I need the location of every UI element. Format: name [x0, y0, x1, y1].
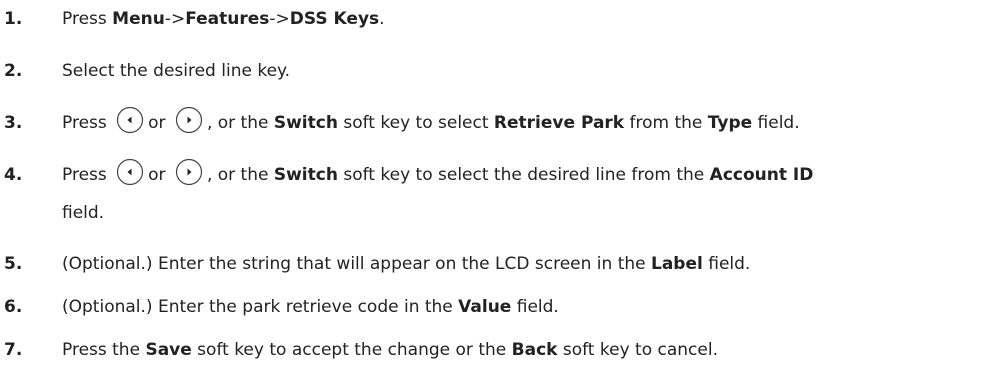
right-arrow-key-icon	[175, 158, 203, 186]
step-number: 2.	[4, 61, 23, 81]
text-run: Press	[62, 113, 107, 133]
features-label: Features	[185, 9, 270, 29]
text-run: ->	[269, 9, 290, 29]
retrieve-park-label: Retrieve Park	[493, 113, 625, 133]
text-run: or	[148, 165, 166, 185]
text-run: soft key to select the desired line from…	[337, 165, 710, 185]
step-text: (Optional.) Enter the string that will a…	[62, 245, 1006, 283]
step-number: 6.	[4, 297, 23, 317]
step-text: Press or , or the Switch soft key to sel…	[62, 104, 1006, 142]
left-arrow-key-icon	[116, 158, 144, 186]
step-number: 3.	[4, 113, 23, 133]
step-text: Press or , or the Switch soft key to sel…	[62, 156, 1006, 232]
step-text: (Optional.) Enter the park retrieve code…	[62, 288, 1006, 326]
text-run: Press the	[62, 340, 146, 360]
text-run: soft key to accept the change or the	[191, 340, 512, 360]
text-run: Select the desired line key.	[62, 61, 291, 81]
text-run: or	[148, 113, 166, 133]
label-field-label: Label	[651, 254, 703, 274]
step-text: Press the Save soft key to accept the ch…	[62, 331, 1006, 369]
text-run: .	[379, 9, 385, 29]
left-arrow-key-icon	[116, 106, 144, 134]
text-run: (Optional.) Enter the park retrieve code…	[62, 297, 459, 317]
value-field-label: Value	[458, 297, 512, 317]
text-run: ->	[164, 9, 186, 29]
text-run: soft key to cancel.	[557, 340, 718, 360]
menu-label: Menu	[112, 9, 165, 29]
instruction-list: 1. Press Menu->Features->DSS Keys. 2. Se…	[0, 0, 1006, 372]
step-number: 5.	[4, 254, 23, 274]
text-run: Press	[62, 9, 113, 29]
step-text: Select the desired line key.	[62, 52, 1006, 90]
text-run: Press	[62, 165, 107, 185]
text-run: field.	[752, 113, 800, 133]
step-number: 7.	[4, 340, 23, 360]
text-run: , or the	[206, 113, 274, 133]
text-run: field.	[62, 203, 105, 223]
text-run: field.	[511, 297, 559, 317]
switch-label: Switch	[273, 113, 338, 133]
text-run: (Optional.) Enter the string that will a…	[62, 254, 651, 274]
step-number: 1.	[4, 9, 23, 29]
dss-keys-label: DSS Keys	[289, 9, 380, 29]
text-run: soft key to select	[337, 113, 494, 133]
back-label: Back	[511, 340, 558, 360]
right-arrow-key-icon	[175, 106, 203, 134]
step-text: Press Menu->Features->DSS Keys.	[62, 0, 1006, 38]
save-label: Save	[145, 340, 192, 360]
text-run: , or the	[206, 165, 274, 185]
step-number: 4.	[4, 165, 23, 185]
text-run: field.	[702, 254, 751, 274]
type-label: Type	[707, 113, 753, 133]
switch-label: Switch	[273, 165, 338, 185]
account-id-label: Account ID	[709, 165, 814, 185]
text-run: from the	[624, 113, 708, 133]
